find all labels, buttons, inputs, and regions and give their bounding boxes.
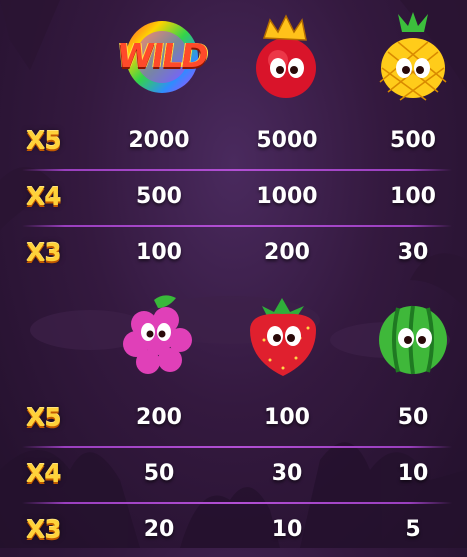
pay-row: X5 2000 5000 500 [0,114,467,168]
multiplier-label: X3 [26,515,62,544]
payout-value: 1000 [256,184,318,209]
payout-value: 500 [390,128,436,153]
payout-value: 10 [271,517,303,542]
pay-row: X4 500 1000 100 [0,170,467,224]
pay-row: X4 50 30 10 [0,447,467,501]
pay-row: X5 200 100 50 [0,391,467,445]
payout-value: 5 [405,517,421,542]
pay-row: X3 20 10 5 [0,503,467,557]
payout-value: 200 [136,405,182,430]
payout-value: 10 [397,461,429,486]
symbol-row-1: WILD [0,12,467,112]
wild-icon: WILD [114,12,209,102]
payout-value: 30 [397,240,429,265]
payout-value: 500 [136,184,182,209]
payout-value: 20 [143,517,175,542]
multiplier-label: X4 [26,182,62,211]
payout-value: 30 [271,461,303,486]
payout-value: 50 [397,405,429,430]
strawberry-icon [238,290,328,380]
payout-value: 100 [136,240,182,265]
payout-value: 2000 [128,128,190,153]
payout-value: 100 [390,184,436,209]
symbol-row-2 [0,290,467,390]
multiplier-label: X4 [26,459,62,488]
payout-value: 5000 [256,128,318,153]
grapes-icon [114,290,204,380]
pineapple-icon [368,12,458,102]
payout-value: 200 [264,240,310,265]
multiplier-label: X5 [26,126,62,155]
payout-value: 100 [264,405,310,430]
pay-row: X3 100 200 30 [0,226,467,280]
multiplier-label: X5 [26,403,62,432]
payout-value: 50 [143,461,175,486]
watermelon-icon [368,290,458,380]
wild-label: WILD [114,36,210,75]
crowned-cherry-icon [238,12,328,102]
multiplier-label: X3 [26,238,62,267]
